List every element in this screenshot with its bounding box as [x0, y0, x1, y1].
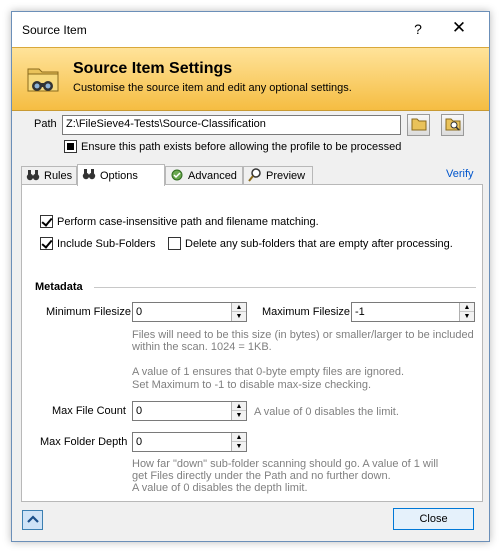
ensure-path-label: Ensure this path exists before allowing …: [81, 140, 402, 153]
delete-empty-label: Delete any sub-folders that are empty af…: [185, 237, 453, 250]
min-filesize-spin-buttons[interactable]: ▲ ▼: [231, 303, 246, 321]
max-file-count-value: 0: [136, 405, 143, 417]
tab-options[interactable]: Options: [77, 164, 165, 186]
gear-check-icon: [170, 168, 184, 185]
tab-rules-label: Rules: [44, 170, 73, 182]
binoculars-icon: [26, 169, 40, 184]
delete-empty-row[interactable]: Delete any sub-folders that are empty af…: [168, 237, 453, 250]
max-file-count-spin-buttons[interactable]: ▲ ▼: [231, 402, 246, 420]
max-filesize-spin-buttons[interactable]: ▲ ▼: [459, 303, 474, 321]
max-filesize-label: Maximum Filesize: [262, 306, 351, 318]
help-button[interactable]: ?: [411, 21, 425, 37]
spin-down-icon[interactable]: ▼: [232, 312, 246, 321]
tab-preview-label: Preview: [266, 170, 306, 182]
depth-hint-2: get Files directly under the Path and no…: [132, 470, 391, 482]
spin-up-icon[interactable]: ▲: [232, 303, 246, 312]
max-filesize-value: -1: [355, 306, 365, 318]
close-button[interactable]: Close: [393, 508, 474, 530]
max-folder-depth-spin-buttons[interactable]: ▲ ▼: [231, 433, 246, 451]
spin-down-icon[interactable]: ▼: [460, 312, 474, 321]
filesize-hint-3: A value of 1 ensures that 0-byte empty f…: [132, 366, 405, 378]
spin-up-icon[interactable]: ▲: [460, 303, 474, 312]
magnifier-icon: [248, 167, 262, 185]
folder-search-icon: [445, 117, 461, 134]
max-folder-depth-value: 0: [136, 436, 143, 448]
collapse-button[interactable]: [22, 510, 43, 530]
max-folder-depth-stepper[interactable]: 0 ▲ ▼: [132, 432, 247, 452]
min-filesize-stepper[interactable]: 0 ▲ ▼: [132, 302, 247, 322]
filesize-hint-2: within the scan. 1024 = 1KB.: [132, 341, 272, 353]
case-insensitive-checkbox[interactable]: [40, 215, 53, 228]
include-subfolders-checkbox[interactable]: [40, 237, 53, 250]
spin-down-icon[interactable]: ▼: [232, 442, 246, 451]
folder-binoculars-icon: [26, 61, 62, 98]
min-filesize-value: 0: [136, 306, 143, 318]
delete-empty-checkbox[interactable]: [168, 237, 181, 250]
max-folder-depth-label: Max Folder Depth: [40, 436, 128, 448]
spin-up-icon[interactable]: ▲: [232, 402, 246, 411]
tab-rules[interactable]: Rules: [21, 166, 77, 185]
metadata-heading: Metadata: [35, 281, 83, 293]
header-subtitle: Customise the source item and edit any o…: [73, 82, 352, 94]
explore-folder-button[interactable]: [441, 114, 464, 136]
path-label: Path: [34, 118, 57, 130]
depth-hint-1: How far "down" sub-folder scanning shoul…: [132, 458, 439, 470]
chevron-up-icon: [26, 514, 39, 526]
include-subfolders-row[interactable]: Include Sub-Folders: [40, 237, 155, 250]
filesize-hint-1: Files will need to be this size (in byte…: [132, 329, 474, 341]
binoculars-icon: [82, 168, 96, 183]
path-input[interactable]: Z:\FileSieve4-Tests\Source-Classificatio…: [62, 115, 401, 135]
tab-advanced[interactable]: Advanced: [165, 166, 243, 185]
include-subfolders-label: Include Sub-Folders: [57, 237, 156, 250]
folder-icon: [411, 117, 427, 134]
tab-preview[interactable]: Preview: [243, 166, 313, 185]
tab-options-label: Options: [100, 169, 138, 182]
case-insensitive-label: Perform case-insensitive path and filena…: [57, 215, 319, 228]
ensure-path-row[interactable]: Ensure this path exists before allowing …: [64, 140, 401, 153]
dialog-window: Source Item ? ✕ Source Item Settings Cus…: [11, 11, 490, 542]
ensure-path-checkbox[interactable]: [64, 140, 77, 153]
window-title: Source Item: [22, 23, 87, 37]
max-file-count-label: Max File Count: [52, 405, 126, 417]
tab-advanced-label: Advanced: [188, 170, 237, 182]
max-file-count-hint: A value of 0 disables the limit.: [254, 406, 399, 418]
header-banner: Source Item Settings Customise the sourc…: [12, 47, 489, 111]
header-title: Source Item Settings: [73, 60, 233, 77]
case-insensitive-row[interactable]: Perform case-insensitive path and filena…: [40, 215, 319, 228]
max-filesize-stepper[interactable]: -1 ▲ ▼: [351, 302, 475, 322]
verify-link[interactable]: Verify: [446, 168, 474, 180]
depth-hint-3: A value of 0 disables the depth limit.: [132, 482, 308, 494]
window-close-button[interactable]: ✕: [449, 18, 469, 38]
browse-folder-button[interactable]: [407, 114, 430, 136]
metadata-divider: [94, 287, 476, 288]
spin-up-icon[interactable]: ▲: [232, 433, 246, 442]
spin-down-icon[interactable]: ▼: [232, 411, 246, 420]
max-file-count-stepper[interactable]: 0 ▲ ▼: [132, 401, 247, 421]
close-button-label: Close: [419, 513, 448, 525]
options-panel: Perform case-insensitive path and filena…: [21, 184, 483, 502]
title-bar[interactable]: Source Item ? ✕: [12, 12, 489, 47]
min-filesize-label: Minimum Filesize: [46, 306, 131, 318]
filesize-hint-4: Set Maximum to -1 to disable max-size ch…: [132, 379, 372, 391]
